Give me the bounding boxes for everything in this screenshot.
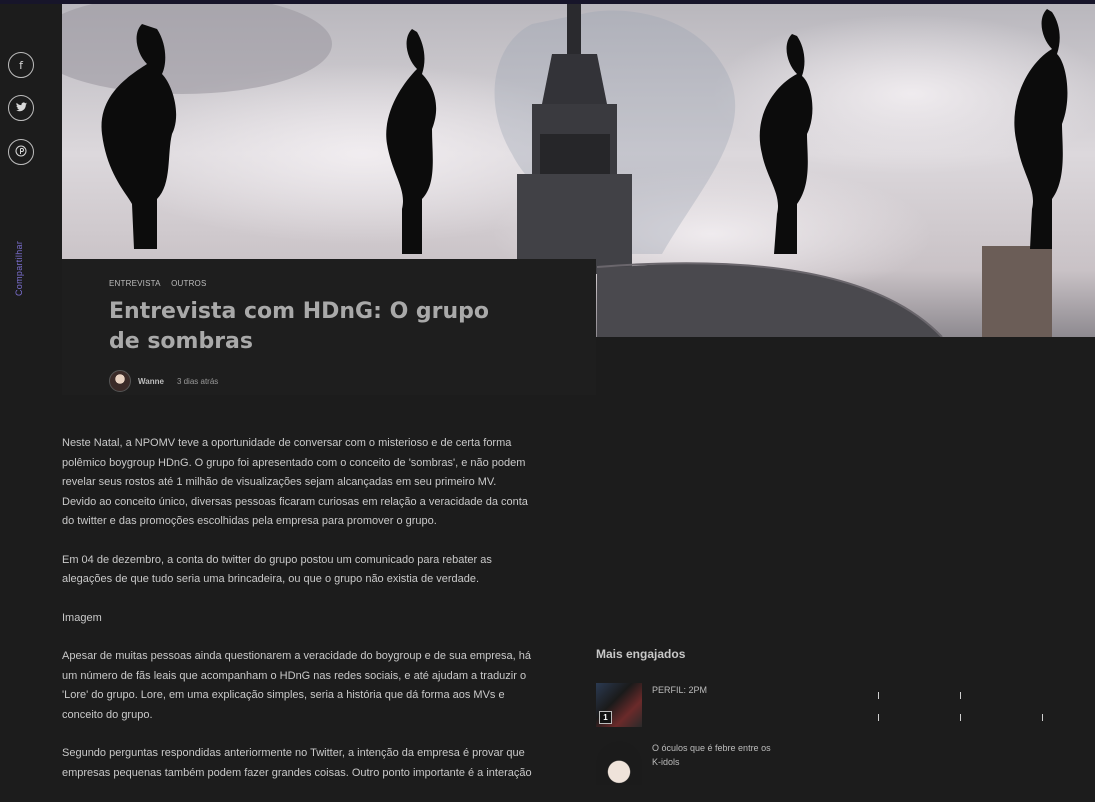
share-label: Compartilhar <box>14 240 24 296</box>
category-link[interactable]: ENTREVISTA <box>109 279 161 288</box>
post-time: 3 dias atrás <box>176 376 219 386</box>
author-meta: Wanne 3 dias atrás <box>109 370 218 392</box>
author-name[interactable]: Wanne <box>138 377 164 386</box>
avatar[interactable] <box>109 370 131 392</box>
article-paragraph: Segundo perguntas respondidas anteriorme… <box>62 747 532 779</box>
pinterest-share-button[interactable] <box>8 139 34 165</box>
category-link[interactable]: OUTROS <box>171 279 206 288</box>
divider <box>1042 714 1043 721</box>
divider <box>960 714 961 721</box>
share-sidebar: f Compartilhar <box>0 4 62 771</box>
sidebar-post[interactable]: 1 PERFIL: 2PM <box>596 683 782 727</box>
article-paragraph: Imagem <box>62 611 102 624</box>
divider <box>878 714 879 721</box>
article-paragraph: Neste Natal, a NPOMV teve a oportunidade… <box>62 437 528 527</box>
sidebar-post-title[interactable]: PERFIL: 2PM <box>652 683 782 727</box>
pinterest-icon <box>15 145 27 160</box>
twitter-share-button[interactable] <box>8 95 34 121</box>
twitter-icon <box>15 101 27 115</box>
rank-badge: 1 <box>599 711 612 724</box>
sidebar-post[interactable]: O óculos que é febre entre os K-idols <box>596 741 782 785</box>
category-list: ENTREVISTA OUTROS <box>109 279 215 288</box>
article-body: Neste Natal, a NPOMV teve a oportunidade… <box>62 434 532 802</box>
sidebar-post-title[interactable]: O óculos que é febre entre os K-idols <box>652 741 782 785</box>
article-paragraph: Em 04 de dezembro, a conta do twitter do… <box>62 553 492 586</box>
article-paragraph: Apesar de muitas pessoas ainda questiona… <box>62 650 532 721</box>
sidebar-heading: Mais engajados <box>596 647 686 661</box>
post-thumbnail[interactable]: 1 <box>596 683 642 727</box>
divider <box>960 692 961 699</box>
facebook-icon: f <box>19 58 23 72</box>
divider <box>878 692 879 699</box>
post-title: Entrevista com HDnG: O grupo de sombras <box>109 299 490 354</box>
post-thumbnail[interactable] <box>596 741 642 785</box>
post-header-card: ENTREVISTA OUTROS Entrevista com HDnG: O… <box>62 259 596 395</box>
facebook-share-button[interactable]: f <box>8 52 34 78</box>
